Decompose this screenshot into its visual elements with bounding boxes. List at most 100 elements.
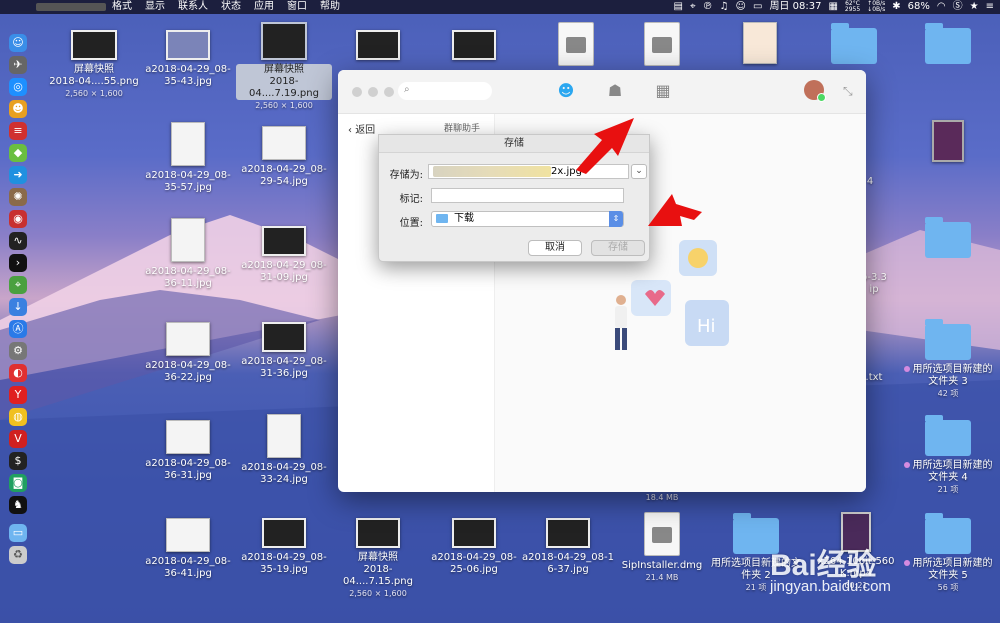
search-icon: ⌕ <box>404 84 410 95</box>
file-label: 屏幕快照 2018-04....55.png <box>49 64 139 87</box>
folder-dock-icon[interactable]: ▭ <box>9 524 27 542</box>
terminal-icon[interactable]: › <box>9 254 27 272</box>
desktop-file[interactable]: a2018-04-29_08- 31-36.jpg <box>236 322 332 380</box>
desktop-file[interactable]: a2018-04-29_08- 35-57.jpg <box>140 122 236 194</box>
desktop-dmg[interactable]: SipInstaller.dmg 21.4 MB <box>614 512 710 584</box>
activity-icon[interactable]: ∿ <box>9 232 27 250</box>
star-icon[interactable]: ★ <box>970 0 979 14</box>
zoom-button[interactable] <box>384 87 394 97</box>
green-app-icon[interactable]: ◙ <box>9 474 27 492</box>
s-icon[interactable]: Ⓢ <box>953 0 963 14</box>
launchpad-icon[interactable]: ✈ <box>9 56 27 74</box>
menu-apps[interactable]: 应用 <box>254 0 274 14</box>
menu-help[interactable]: 帮助 <box>320 0 340 14</box>
vivaldi-icon[interactable]: V <box>9 430 27 448</box>
desktop-file[interactable]: a2018-04-29_08- 25-06.jpg <box>426 518 522 576</box>
display-icon[interactable]: ▭ <box>753 0 762 14</box>
desktop-file[interactable] <box>330 30 426 64</box>
app-name-blurred[interactable] <box>36 3 106 11</box>
app-red-icon[interactable]: ≡ <box>9 122 27 140</box>
pin-icon[interactable]: ⌖ <box>690 0 696 14</box>
desktop-file-selected[interactable]: 屏幕快照 2018-04....7.19.png 2,560 × 1,600 <box>236 22 332 112</box>
desktop-file[interactable]: a2018-04-29_08- 36-22.jpg <box>140 322 236 384</box>
apps-tab-icon[interactable]: ▦ <box>652 80 674 102</box>
wifi-icon[interactable]: ◠ <box>937 0 946 14</box>
desktop-file[interactable]: a2018-04-29_08- 35-19.jpg <box>236 518 332 576</box>
iterm-icon[interactable]: $ <box>9 452 27 470</box>
migration-icon[interactable]: ➜ <box>9 166 27 184</box>
safari-icon[interactable]: ◎ <box>9 78 27 96</box>
bluetooth-icon[interactable]: ✱ <box>892 0 900 14</box>
desktop-file[interactable]: 屏幕快照 2018-04....55.png 2,560 × 1,600 <box>46 30 142 100</box>
yandex-icon[interactable]: Y <box>9 386 27 404</box>
desktop-file[interactable]: a2018-04-29_08- 31-09.jpg <box>236 226 332 284</box>
contacts-tab-icon[interactable]: ☗ <box>604 80 626 102</box>
menu-window[interactable]: 窗口 <box>287 0 307 14</box>
doc-icon[interactable]: ▤ <box>673 0 682 14</box>
file-meta: 21 项 <box>937 485 959 494</box>
settings-icon[interactable]: ⚙ <box>9 342 27 360</box>
chat-tab-icon[interactable]: ☻ <box>555 80 577 102</box>
tags-field[interactable] <box>431 188 624 203</box>
music-icon[interactable]: ◉ <box>9 210 27 228</box>
android-icon[interactable]: ◆ <box>9 144 27 162</box>
collapse-icon[interactable]: ⤡ <box>843 84 853 99</box>
download-icon[interactable]: ↓ <box>9 298 27 316</box>
grid-icon[interactable]: ▦ <box>828 0 837 14</box>
desktop-folder[interactable] <box>806 23 902 68</box>
save-button[interactable]: 存储 <box>591 240 645 256</box>
file-label: a2018-04-29_08- 35-57.jpg <box>145 170 231 193</box>
close-button[interactable] <box>352 87 362 97</box>
desktop-file[interactable] <box>712 22 808 68</box>
desktop-dmg[interactable] <box>614 22 710 70</box>
desktop-folder[interactable]: 用所选项目新建的 文件夹 4 21 项 <box>900 415 996 496</box>
back-button[interactable]: ‹ 返回 <box>348 121 375 136</box>
desktop-file[interactable]: a2018-04-29_08- 36-41.jpg <box>140 518 236 580</box>
partial-size: 18.4 MB <box>645 493 679 502</box>
location-select[interactable]: 下载 ⇕ <box>431 211 624 227</box>
file-label: 屏幕快照 2018-04....7.19.png <box>236 64 332 100</box>
clock[interactable]: 周日 08:37 <box>769 0 821 14</box>
menu-format[interactable]: 格式 <box>112 0 132 14</box>
desktop-file[interactable]: 屏幕快照 2018-04....7.15.png 2,560 × 1,600 <box>330 518 426 600</box>
list-icon[interactable]: ≡ <box>986 0 994 14</box>
desktop-file[interactable]: a2018-04-29_08-1 6-37.jpg <box>520 518 616 576</box>
file-label: a2018-04-29_08- 35-43.jpg <box>145 64 231 87</box>
finder-icon[interactable]: ☺ <box>9 34 27 52</box>
file-meta: 2,560 × 1,600 <box>255 101 313 110</box>
desktop-dmg[interactable] <box>528 22 624 70</box>
file-label: 用所选项目新建的 文件夹 5 <box>900 558 996 582</box>
menu-status[interactable]: 状态 <box>221 0 241 14</box>
netease-icon[interactable]: ◐ <box>9 364 27 382</box>
desktop-folder[interactable] <box>900 23 996 68</box>
search-input[interactable]: ⌕ <box>398 82 492 100</box>
cancel-button[interactable]: 取消 <box>528 240 582 256</box>
spotlight-icon[interactable]: ✺ <box>9 188 27 206</box>
desktop-file[interactable]: a2018-04-29_08- 36-31.jpg <box>140 420 236 482</box>
desktop-file[interactable]: a2018-04-29_08- 36-11.jpg <box>140 218 236 290</box>
qq-icon[interactable]: ☺ <box>736 0 746 14</box>
contacts-icon[interactable]: ☻ <box>9 100 27 118</box>
desktop-folder[interactable]: 用所选项目新建的 文件夹 5 56 项 <box>900 513 996 594</box>
desktop-folder[interactable]: 用所选项目新建的 文件夹 3 42 项 <box>900 319 996 400</box>
temp-readout[interactable]: 62°C 2955 <box>845 1 860 13</box>
desktop-folder[interactable] <box>900 217 996 262</box>
p-icon[interactable]: ℗ <box>703 0 713 14</box>
bell-icon[interactable]: ♫ <box>720 0 729 14</box>
minimize-button[interactable] <box>368 87 378 97</box>
maps-icon[interactable]: ⌖ <box>9 276 27 294</box>
chrome-icon[interactable]: ◍ <box>9 408 27 426</box>
qq-dock-icon[interactable]: ♞ <box>9 496 27 514</box>
net-readout[interactable]: ↑0B/s ↓0B/s <box>867 1 885 13</box>
menu-contacts[interactable]: 联系人 <box>178 0 208 14</box>
avatar[interactable] <box>804 80 826 102</box>
desktop-file[interactable]: a2018-04-29_08- 35-43.jpg <box>140 30 236 88</box>
desktop-file[interactable]: a2018-04-29_08- 33-24.jpg <box>236 414 332 486</box>
battery-readout[interactable]: 68% <box>908 0 930 14</box>
trash-icon[interactable]: ♻ <box>9 546 27 564</box>
desktop-file[interactable] <box>426 30 522 64</box>
desktop-file[interactable] <box>900 120 996 166</box>
menu-view[interactable]: 显示 <box>145 0 165 14</box>
desktop-file[interactable]: a2018-04-29_08- 29-54.jpg <box>236 126 332 188</box>
appstore-icon[interactable]: Ⓐ <box>9 320 27 338</box>
